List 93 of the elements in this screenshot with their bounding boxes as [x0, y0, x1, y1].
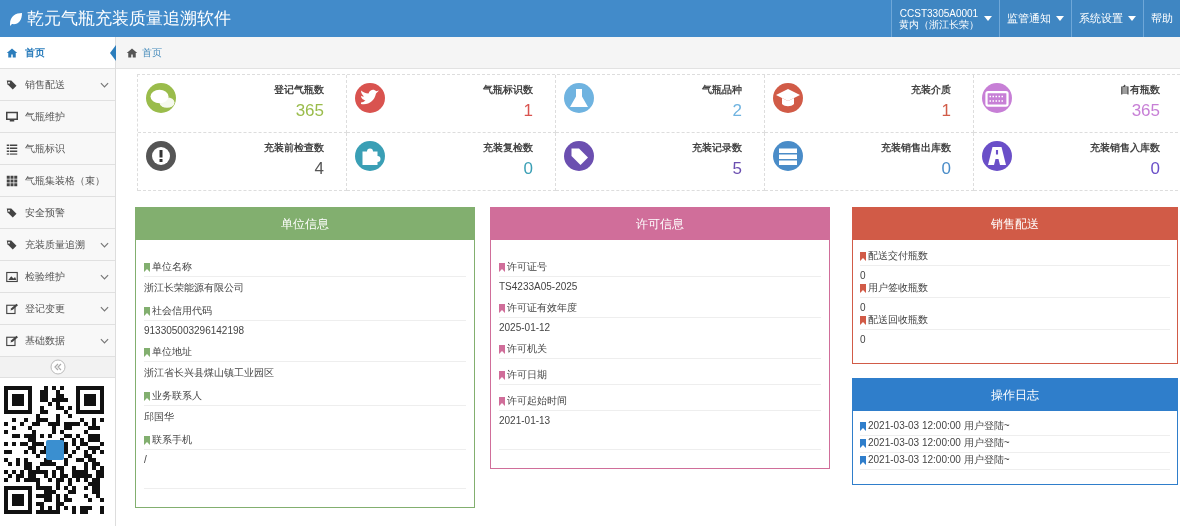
field-label: 许可机关 — [507, 342, 547, 356]
app-title: 乾元气瓶充装质量追溯软件 — [27, 8, 231, 30]
bookmark-icon — [499, 344, 505, 354]
bookmark-icon — [499, 262, 505, 272]
field-label: 联系手机 — [152, 433, 192, 447]
panel-title: 许可信息 — [491, 208, 829, 240]
menu-button[interactable]: 系统设置 — [1071, 0, 1143, 37]
collapse-button[interactable] — [49, 359, 66, 375]
image-icon — [6, 270, 18, 283]
panel-title: 销售配送 — [853, 208, 1177, 240]
stat-label: 充装介质 — [911, 83, 951, 97]
bookmark-icon — [499, 396, 505, 406]
sidebar-item[interactable]: 登记变更 — [0, 293, 115, 325]
panel-title: 操作日志 — [853, 379, 1177, 411]
field-value: 2021-01-13 — [499, 414, 552, 426]
sidebar-item[interactable]: 气瓶标识 — [0, 133, 115, 165]
stat-label: 充装销售入库数 — [1090, 141, 1160, 155]
log-entry: 2021-03-03 12:00:00 用户登陆~ — [868, 436, 1010, 450]
tag-icon — [6, 238, 18, 251]
account-menu[interactable]: CCST3305A0001 黄内（浙江长荣） — [891, 0, 999, 37]
stat-label: 充装复检数 — [483, 141, 533, 155]
home-icon — [126, 46, 138, 59]
field-label: 许可日期 — [507, 368, 547, 382]
tag-icon — [6, 78, 18, 91]
count-value: 0 — [860, 333, 867, 345]
count-label: 配送回收瓶数 — [868, 313, 928, 327]
bookmark-icon — [144, 435, 150, 445]
sidebar-item[interactable]: 基础数据 — [0, 325, 115, 357]
menu-button[interactable]: 帮助 — [1143, 0, 1180, 37]
field-label: 社会信用代码 — [152, 304, 212, 318]
sidebar-item[interactable]: 安全预警 — [0, 197, 115, 229]
stat-label: 登记气瓶数 — [274, 83, 324, 97]
field-value: 913305003296142198 — [144, 324, 246, 336]
field-label: 许可证有效年度 — [507, 301, 577, 315]
bookmark-icon — [144, 262, 150, 272]
stat-label: 充装前检查数 — [264, 141, 324, 155]
menu-button[interactable]: 监管通知 — [999, 0, 1071, 37]
bookmark-icon — [860, 283, 866, 293]
list-icon — [6, 142, 18, 155]
stat-value: 2 — [732, 101, 742, 121]
bookmark-icon — [860, 315, 866, 325]
stat-value: 1 — [941, 101, 951, 121]
log-entry: 2021-03-03 12:00:00 用户登陆~ — [868, 453, 1010, 467]
edit-icon — [6, 302, 18, 315]
home-icon — [6, 46, 18, 59]
sidebar-item[interactable]: 气瓶集装格（束） — [0, 165, 115, 197]
log-entry: 2021-03-03 12:00:00 用户登陆~ — [868, 419, 1010, 433]
sidebar-item[interactable]: 检验维护 — [0, 261, 115, 293]
field-label: 业务联系人 — [152, 389, 202, 403]
stat-label: 气瓶标识数 — [483, 83, 533, 97]
stat-value: 0 — [523, 159, 533, 179]
sidebar-item[interactable]: 气瓶维护 — [0, 101, 115, 133]
count-label: 配送交付瓶数 — [868, 249, 928, 263]
panel-title: 单位信息 — [136, 208, 474, 240]
field-value: / — [144, 453, 148, 465]
caret-icon — [984, 16, 992, 21]
bookmark-icon — [499, 303, 505, 313]
stat-value: 1 — [523, 101, 533, 121]
bookmark-icon — [499, 370, 505, 380]
stat-value: 0 — [941, 159, 951, 179]
stat-label: 充装记录数 — [692, 141, 742, 155]
monitor-icon — [6, 110, 18, 123]
stat-label: 充装销售出库数 — [881, 141, 951, 155]
stat-value: 5 — [732, 159, 742, 179]
field-value: 2025-01-12 — [499, 321, 552, 333]
bookmark-icon — [144, 347, 150, 357]
count-label: 用户签收瓶数 — [868, 281, 928, 295]
field-label: 单位名称 — [152, 260, 192, 274]
field-label: 单位地址 — [152, 345, 192, 359]
stat-value: 4 — [314, 159, 324, 179]
stat-label: 自有瓶数 — [1120, 83, 1160, 97]
sidebar-item[interactable]: 首页 — [0, 37, 115, 69]
bookmark-icon — [144, 306, 150, 316]
tag-icon — [6, 206, 18, 219]
field-label: 许可证号 — [507, 260, 547, 274]
count-value: 0 — [860, 301, 867, 313]
edit-icon — [6, 334, 18, 347]
stat-label: 气瓶品种 — [702, 83, 742, 97]
bookmark-icon — [860, 251, 866, 261]
sidebar-item[interactable]: 充装质量追溯 — [0, 229, 115, 261]
field-value: 浙江长荣能源有限公司 — [144, 281, 245, 295]
stat-value: 365 — [1131, 101, 1160, 121]
stat-value: 365 — [295, 101, 324, 121]
stat-value: 0 — [1150, 159, 1160, 179]
grid-icon — [6, 174, 18, 187]
sidebar-item[interactable]: 销售配送 — [0, 69, 115, 101]
field-label: 许可起始时间 — [507, 394, 567, 408]
field-value: TS4233A05-2025 — [499, 280, 579, 292]
field-value: 邱国华 — [144, 410, 175, 424]
count-value: 0 — [860, 269, 867, 281]
field-value: 浙江省长兴县煤山镇工业园区 — [144, 366, 275, 380]
bookmark-icon — [144, 391, 150, 401]
leaf-icon — [8, 11, 22, 26]
